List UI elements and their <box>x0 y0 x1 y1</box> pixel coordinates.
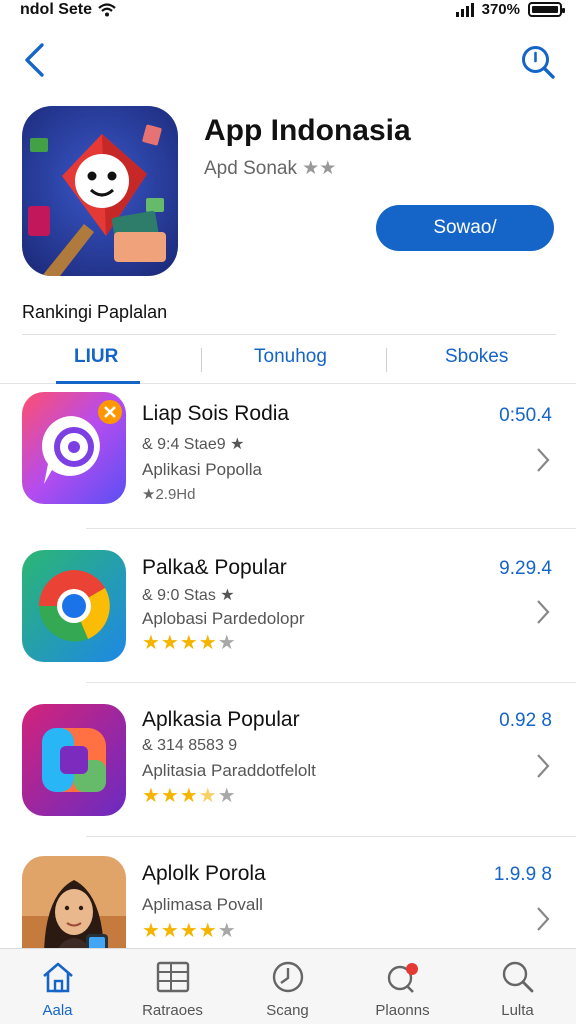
app-name: Palka& Popular <box>142 556 287 579</box>
rating-stars-icon: ★★ <box>302 158 337 179</box>
tab-sbokes[interactable]: Sbokes <box>445 346 508 368</box>
tab-bar-label: Aala <box>42 1002 73 1019</box>
app-price: 1.9.9 8 <box>493 864 552 885</box>
tab-bar-label: Lulta <box>501 1002 534 1019</box>
tabs: LIUR Tonuhog Sbokes <box>0 336 576 384</box>
tab-bar-item-scan[interactable]: Scang <box>230 949 345 1024</box>
app-icon <box>22 106 178 276</box>
list-item[interactable]: Palka& Popular & 9:0 Stas ★ Aplobasi Par… <box>0 540 576 690</box>
tab-bar-item-apps[interactable]: Ratraoes <box>115 949 230 1024</box>
tab-bar-item-plans[interactable]: Plaonns <box>345 949 460 1024</box>
home-icon <box>43 962 73 993</box>
app-description: Aplitasia Paraddotfelolt <box>142 761 316 780</box>
search-icon[interactable] <box>520 44 556 80</box>
rating-stars-icon: ★★★★★ <box>142 920 237 942</box>
tab-liur[interactable]: LIUR <box>74 346 118 368</box>
carrier-label: ndol Sete <box>20 1 93 18</box>
back-chevron-icon[interactable] <box>20 42 50 78</box>
tab-bar-label: Ratraoes <box>142 1002 203 1019</box>
chevron-right-icon <box>537 600 550 624</box>
tab-tonuhog[interactable]: Tonuhog <box>254 346 327 368</box>
app-title: App Indonasia <box>204 114 411 147</box>
app-meta: & 9:4 Stae9 ★ <box>142 436 245 453</box>
section-title: Rankingi Paplalan <box>22 302 168 322</box>
app-icon <box>22 704 126 816</box>
divider <box>86 682 576 683</box>
tab-bar-label: Plaonns <box>375 1002 430 1019</box>
app-price: 0:50.4 <box>499 405 552 426</box>
tab-separator <box>386 348 387 372</box>
apps-icon <box>156 961 190 993</box>
tab-bar-item-search[interactable]: Lulta <box>460 949 575 1024</box>
get-button[interactable]: Sowao/ <box>376 205 554 251</box>
battery-percent: 370% <box>481 1 520 18</box>
app-description: Aplobasi Pardedolopr <box>142 609 305 628</box>
app-price: 9.29.4 <box>499 558 552 579</box>
app-name: Liap Sois Rodia <box>142 402 290 425</box>
app-icon <box>22 856 126 948</box>
tab-indicator <box>56 381 140 384</box>
app-subtitle-text: Apd Sonak <box>204 158 297 179</box>
app-price: 0.92 8 <box>499 710 552 731</box>
app-name: Aplkasia Popular <box>142 708 300 731</box>
status-bar: ndol Sete 370% <box>0 0 576 22</box>
chevron-right-icon <box>537 907 550 931</box>
chevron-right-icon <box>537 448 550 472</box>
app-icon <box>22 550 126 662</box>
signal-icon <box>455 2 474 17</box>
status-right: 370% <box>455 1 565 18</box>
wifi-icon <box>98 3 116 17</box>
app-icon <box>22 392 126 504</box>
notification-icon <box>387 963 418 993</box>
carrier: ndol Sete <box>20 1 116 19</box>
app-meta: & 9:0 Stas ★ <box>142 587 235 604</box>
app-meta: & 314 8583 9 <box>142 737 238 754</box>
tab-bar-item-home[interactable]: Aala <box>0 949 115 1024</box>
chevron-right-icon <box>537 754 550 778</box>
rating-count: ★2.9Hd <box>142 486 196 503</box>
app-name: Aplolk Porola <box>142 862 266 885</box>
tab-bar: Aala Ratraoes Scang Plaonns Lulta <box>0 948 576 1024</box>
list-item[interactable]: Liap Sois Rodia & 9:4 Stae9 ★ Aplikasi P… <box>0 388 576 538</box>
app-description: Aplimasa Povall <box>142 895 263 914</box>
battery-icon <box>528 2 565 17</box>
app-description: Aplikasi Popolla <box>142 460 263 479</box>
list-item[interactable]: Aplkasia Popular & 314 8583 9 Aplitasia … <box>0 694 576 844</box>
clock-icon <box>272 961 304 993</box>
divider <box>86 528 576 529</box>
rating-stars-icon: ★★★★★ <box>142 785 237 807</box>
divider <box>22 334 556 335</box>
app-subtitle: Apd Sonak ★★ <box>204 157 336 180</box>
tab-separator <box>201 348 202 372</box>
search-icon <box>502 961 534 993</box>
divider <box>86 836 576 837</box>
tab-bar-label: Scang <box>266 1002 309 1019</box>
rating-stars-icon: ★★★★★ <box>142 632 237 654</box>
